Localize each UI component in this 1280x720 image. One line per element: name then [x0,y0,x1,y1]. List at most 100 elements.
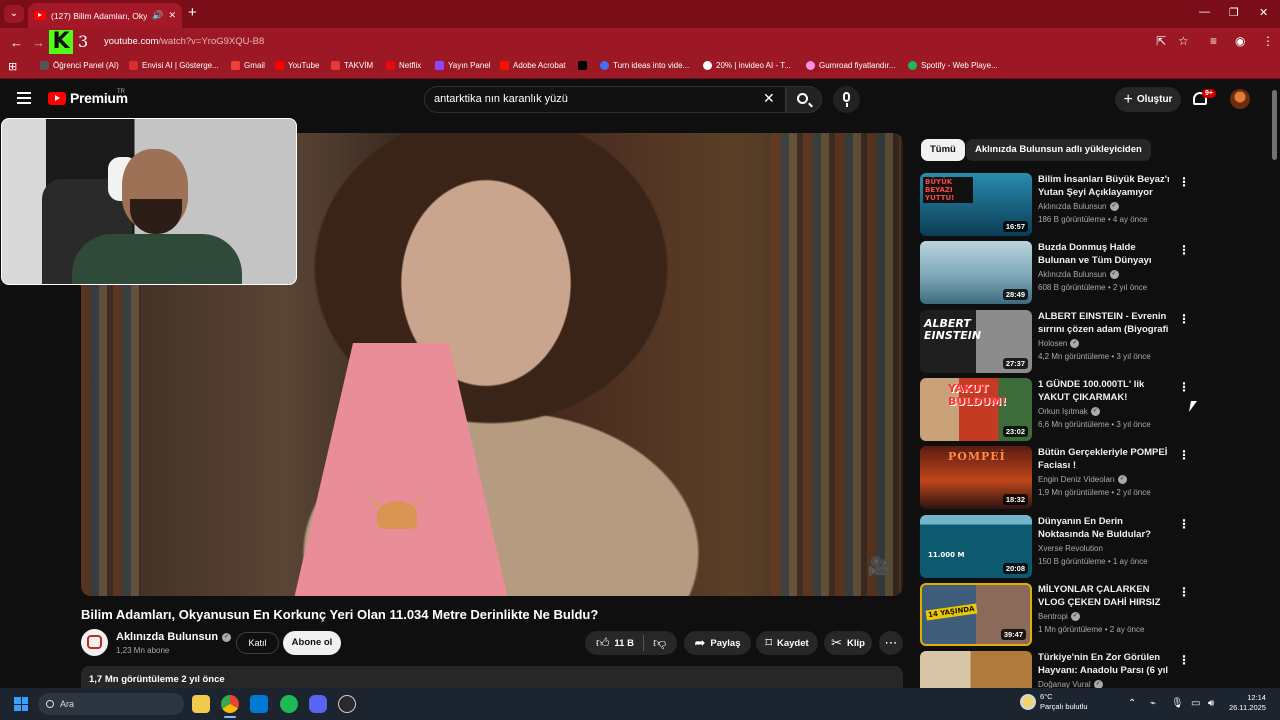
join-button[interactable]: Katıl [236,632,279,654]
recommendation-item[interactable]: ALBERT EINSTEIN 27:37 ALBERT EINSTEIN - … [920,310,1200,374]
bookmark-item[interactable]: Adobe Acrobat [500,61,565,70]
tab-search-button[interactable]: ⌄ [4,5,24,23]
show-hidden-icons-icon[interactable]: ⌃ [1128,698,1136,709]
channel-watermark-icon[interactable]: 🎥 [866,556,892,582]
menu-icon[interactable] [17,92,31,104]
url-field[interactable]: youtube.com/watch?v=YroG9XQU-B8 [104,36,264,47]
bookmark-item[interactable]: Yayın Panel [435,61,491,70]
recommendation-item[interactable]: Türkiye'nin En Zor Görülen Hayvanı: Anad… [920,651,1200,688]
bookmark-item[interactable]: YouTube [275,61,319,70]
save-button[interactable]: ⌑ Kaydet [756,631,818,655]
like-icon[interactable]: 👍︎ [596,635,610,651]
bookmark-item[interactable]: Gumroad fiyatlandır... [806,61,895,70]
dislike-icon[interactable]: 👎︎ [653,635,666,651]
recommendation-item[interactable]: YAKUT BULDUM! 23:02 1 GÜNDE 100.000TL' l… [920,378,1200,442]
tab-close-icon[interactable]: ✕ [168,10,176,21]
chrome-icon[interactable] [221,695,239,713]
video-thumbnail[interactable] [920,651,1032,688]
more-actions-icon[interactable]: ⋯ [879,631,903,655]
bookmark-item[interactable]: Netflix [386,61,421,70]
video-thumbnail[interactable]: POMPEİ 18:32 [920,446,1032,509]
bookmark-item[interactable]: Gmail [231,61,265,70]
apps-grid-icon[interactable]: ⊞ [8,60,17,73]
profile-icon[interactable]: ◉ [1235,34,1245,48]
bookmark-item[interactable]: Envisi AI | Gösterge... [129,61,219,70]
kebab-menu-icon[interactable]: ⋮ [1178,448,1190,462]
recommendation-item[interactable]: 11.000 M 20:08 Dünyanın En Derin Noktası… [920,515,1200,579]
weather-widget[interactable]: 6°C Parçalı bulutlu [1020,692,1088,712]
file-explorer-icon[interactable] [192,695,210,713]
system-clock[interactable]: 12:14 26.11.2025 [1229,693,1266,713]
kebab-menu-icon[interactable]: ⋮ [1178,243,1190,257]
chip-from-uploader[interactable]: Aklınızda Bulunsun adlı yükleyiciden [966,139,1151,161]
recommendation-title[interactable]: ALBERT EINSTEIN - Evrenin sırrını çözen … [1038,310,1172,336]
recommendation-channel[interactable]: Bentropi ✓ [1038,612,1080,621]
page-scrollbar[interactable] [1272,90,1277,160]
outlook-icon[interactable] [250,695,268,713]
recommendation-title[interactable]: Dünyanın En Derin Noktasında Ne Buldular… [1038,515,1172,541]
kebab-menu-icon[interactable]: ⋮ [1178,517,1190,531]
recommendation-title[interactable]: MİLYONLAR ÇALARKEN VLOG ÇEKEN DAHİ HIRSI… [1038,583,1172,609]
kebab-menu-icon[interactable]: ⋮ [1178,175,1190,189]
create-button[interactable]: + Oluştur [1115,87,1181,112]
video-thumbnail[interactable]: 14 YAŞINDA 39:47 [920,583,1032,646]
recommendation-channel[interactable]: Doğanay Vural ✓ [1038,680,1103,688]
display-icon[interactable]: ▭ [1191,698,1200,709]
taskbar-search-input[interactable]: Ara [38,693,184,715]
obs-icon[interactable] [338,695,356,713]
kebab-menu-icon[interactable]: ⋮ [1178,585,1190,599]
extension-3-icon[interactable]: 3 [78,32,88,51]
kebab-menu-icon[interactable]: ⋮ [1178,312,1190,326]
recommendation-channel[interactable]: Orkun Işıtmak ✓ [1038,407,1100,416]
video-thumbnail[interactable]: 28:49 [920,241,1032,304]
bookmark-item[interactable]: 20% | invideo AI - T... [703,61,791,70]
recommendation-title[interactable]: Türkiye'nin En Zor Görülen Hayvanı: Anad… [1038,651,1172,677]
clear-search-icon[interactable]: ✕ [763,90,775,107]
bookmark-item[interactable] [578,61,587,70]
forward-icon[interactable]: → [32,35,45,50]
recommendation-channel[interactable]: Engin Deniz Videoları ✓ [1038,475,1127,484]
bookmark-item[interactable]: TAKVİM [331,61,373,70]
bookmark-item[interactable]: Öğrenci Panel (AI) [40,61,119,70]
network-icon[interactable]: ⌁ [1150,698,1156,709]
video-thumbnail[interactable]: YAKUT BULDUM! 23:02 [920,378,1032,441]
install-app-icon[interactable]: ⇱ [1156,34,1166,48]
kebab-menu-icon[interactable]: ⋮ [1178,380,1190,394]
new-tab-button[interactable]: + [188,4,197,21]
window-close-icon[interactable]: ✕ [1259,6,1268,19]
recommendation-item[interactable]: BÜYÜK BEYAZI YUTTU! 16:57 Bilim İnsanlar… [920,173,1200,237]
recommendation-channel[interactable]: Aklınızda Bulunsun ✓ [1038,270,1119,279]
video-thumbnail[interactable]: BÜYÜK BEYAZI YUTTU! 16:57 [920,173,1032,236]
voice-search-button[interactable] [833,86,860,113]
minimize-icon[interactable]: — [1199,6,1210,18]
windows-start-icon[interactable] [14,697,28,711]
kick-extension-icon[interactable]: K [49,30,73,54]
bookmark-item[interactable]: Spotify - Web Playe... [908,61,998,70]
discord-icon[interactable] [309,695,327,713]
spotify-taskbar-icon[interactable] [280,695,298,713]
browser-tab-active[interactable]: (127) Bilim Adamları, Okyanusun En Korku… [28,3,182,28]
channel-avatar[interactable] [81,629,108,656]
video-thumbnail[interactable]: ALBERT EINSTEIN 27:37 [920,310,1032,373]
youtube-logo[interactable]: Premium [48,90,128,106]
like-count[interactable]: 11 B [614,638,634,649]
chip-all[interactable]: Tümü [921,139,965,161]
subscribe-button[interactable]: Abone ol [283,631,341,655]
recommendation-item[interactable]: 28:49 Buzda Donmuş Halde Bulunan ve Tüm … [920,241,1200,305]
kebab-menu-icon[interactable]: ⋮ [1178,653,1190,667]
recommendation-item[interactable]: 14 YAŞINDA 39:47 MİLYONLAR ÇALARKEN VLOG… [920,583,1200,647]
recommendation-channel[interactable]: Aklınızda Bulunsun ✓ [1038,202,1119,211]
browser-menu-icon[interactable]: ⋮ [1262,34,1274,48]
channel-name[interactable]: Aklınızda Bulunsun ✓ [116,631,232,643]
recommendation-title[interactable]: Bütün Gerçekleriyle POMPEİ Faciası ! [1038,446,1172,472]
bookmark-star-icon[interactable]: ☆ [1178,34,1189,48]
restore-icon[interactable]: ❐ [1229,6,1239,19]
tab-audio-icon[interactable]: 🔊 [152,10,163,21]
back-icon[interactable]: ← [10,35,23,50]
recommendation-channel[interactable]: Holosen ✓ [1038,339,1080,348]
recommendation-item[interactable]: POMPEİ 18:32 Bütün Gerçekleriyle POMPEİ … [920,446,1200,510]
microphone-icon[interactable]: 🎙︎ [1171,698,1184,709]
share-button[interactable]: ➦ Paylaş [684,631,751,655]
media-control-icon[interactable]: ≡ [1210,34,1217,48]
account-avatar[interactable] [1230,89,1250,109]
